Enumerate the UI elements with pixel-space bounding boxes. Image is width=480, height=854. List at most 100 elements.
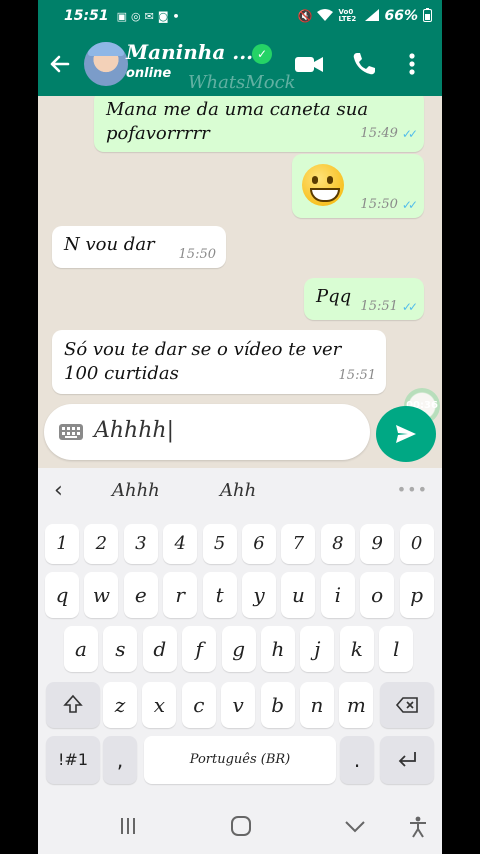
- key-c[interactable]: c: [181, 682, 216, 728]
- home-icon[interactable]: [230, 816, 252, 840]
- contact-status: online: [126, 66, 172, 81]
- instagram-icon: ◙: [157, 9, 169, 23]
- key-3[interactable]: 3: [123, 524, 158, 564]
- message-text: Pqq: [316, 286, 352, 307]
- symbols-key[interactable]: !#1: [46, 736, 100, 784]
- status-time: 15:51: [64, 8, 109, 24]
- system-nav-bar: [38, 800, 442, 854]
- key-p[interactable]: p: [399, 572, 434, 618]
- message-time: 15:50: [360, 197, 398, 212]
- message-time: 15:50: [178, 247, 216, 262]
- key-l[interactable]: l: [379, 626, 414, 672]
- key-4[interactable]: 4: [163, 524, 198, 564]
- more-suggestions-icon[interactable]: •••: [397, 480, 428, 499]
- key-h[interactable]: h: [261, 626, 295, 672]
- message-bubble-incoming[interactable]: N vou dar 15:50: [52, 226, 226, 268]
- space-key[interactable]: Português (BR): [144, 736, 336, 784]
- key-j[interactable]: j: [300, 626, 335, 672]
- send-button[interactable]: [376, 406, 436, 462]
- enter-icon: [398, 752, 416, 767]
- key-x[interactable]: x: [142, 682, 177, 728]
- recent-apps-icon[interactable]: [118, 816, 138, 840]
- send-icon: [396, 425, 416, 443]
- read-receipt-icon: ✓✓: [401, 197, 418, 212]
- read-receipt-icon: ✓✓: [401, 299, 418, 314]
- key-1[interactable]: 1: [45, 524, 79, 564]
- key-g[interactable]: g: [221, 626, 256, 672]
- message-input[interactable]: Ahhhh: [94, 418, 174, 443]
- key-m[interactable]: m: [339, 682, 374, 728]
- back-arrow-icon[interactable]: [46, 50, 74, 78]
- status-bar: 15:51 ▣ ◎ ✉ ◙ • 🔇 Vo0 LTE2 66%: [38, 0, 442, 32]
- phone-screen: 15:51 ▣ ◎ ✉ ◙ • 🔇 Vo0 LTE2 66% Maninha .…: [38, 0, 442, 854]
- watermark-text: WhatsMock: [188, 72, 296, 93]
- read-receipt-icon: ✓✓: [401, 127, 418, 141]
- collapse-chevron-icon[interactable]: ‹: [54, 478, 63, 503]
- message-text: Só vou te dar se o vídeo te ver 100 curt…: [64, 339, 342, 384]
- key-5[interactable]: 5: [202, 524, 237, 564]
- message-time: 15:51: [360, 299, 398, 314]
- key-i[interactable]: i: [320, 572, 355, 618]
- signal-icon: [365, 8, 380, 24]
- key-q[interactable]: q: [45, 572, 79, 618]
- mute-icon: 🔇: [297, 9, 313, 23]
- key-v[interactable]: v: [221, 682, 256, 728]
- phone-call-icon[interactable]: [350, 50, 380, 78]
- message-text: Mana me da uma caneta sua pofavorrrrr: [106, 99, 369, 144]
- contact-name[interactable]: Maninha ...: [126, 40, 253, 64]
- battery-icon: [423, 7, 432, 25]
- key-6[interactable]: 6: [242, 524, 276, 564]
- more-options-icon[interactable]: [402, 50, 432, 78]
- message-bubble-outgoing[interactable]: 15:50 ✓✓: [292, 154, 424, 218]
- message-composer[interactable]: Ahhhh: [44, 404, 370, 460]
- message-bubble-outgoing[interactable]: Mana me da uma caneta sua pofavorrrrr 15…: [94, 96, 424, 152]
- message-time: 15:51: [338, 368, 376, 383]
- shift-icon: [63, 694, 83, 713]
- message-bubble-outgoing[interactable]: Pqq 15:51 ✓✓: [304, 278, 424, 320]
- video-call-icon[interactable]: [294, 50, 324, 78]
- shift-key[interactable]: [46, 682, 100, 728]
- key-a[interactable]: a: [64, 626, 98, 672]
- key-0[interactable]: 0: [399, 524, 434, 564]
- key-f[interactable]: f: [182, 626, 217, 672]
- on-screen-keyboard: ‹ Ahhh Ahh ••• 1234567890 qwertyuiop asdfg…: [38, 468, 442, 800]
- key-t[interactable]: t: [202, 572, 237, 618]
- notification-icon: ▣: [116, 9, 127, 23]
- network-label: Vo0 LTE2: [338, 8, 357, 23]
- key-z[interactable]: z: [103, 682, 137, 728]
- enter-key[interactable]: [380, 736, 434, 784]
- comma-key[interactable]: ,: [103, 736, 137, 784]
- key-8[interactable]: 8: [320, 524, 355, 564]
- key-w[interactable]: w: [84, 572, 119, 618]
- message-bubble-incoming[interactable]: Só vou te dar se o vídeo te ver 100 curt…: [52, 330, 386, 394]
- suggestion-1[interactable]: Ahhh: [112, 480, 160, 501]
- key-2[interactable]: 2: [84, 524, 119, 564]
- back-nav-icon[interactable]: [344, 816, 366, 840]
- backspace-icon: [395, 697, 418, 713]
- key-o[interactable]: o: [360, 572, 395, 618]
- key-y[interactable]: y: [242, 572, 276, 618]
- mail-icon: ✉: [144, 9, 154, 23]
- keyboard-icon[interactable]: [58, 422, 84, 442]
- key-7[interactable]: 7: [281, 524, 316, 564]
- key-s[interactable]: s: [103, 626, 138, 672]
- suggestion-2[interactable]: Ahh: [220, 480, 256, 501]
- key-k[interactable]: k: [339, 626, 374, 672]
- backspace-key[interactable]: [380, 682, 434, 728]
- key-r[interactable]: r: [163, 572, 198, 618]
- key-b[interactable]: b: [260, 682, 295, 728]
- key-u[interactable]: u: [281, 572, 316, 618]
- message-time: 15:49: [360, 126, 398, 141]
- key-n[interactable]: n: [300, 682, 334, 728]
- key-9[interactable]: 9: [360, 524, 395, 564]
- grinning-face-emoji-icon: [302, 164, 344, 206]
- verified-badge-icon: ✓: [252, 44, 272, 64]
- message-text: N vou dar: [64, 234, 155, 255]
- accessibility-icon[interactable]: [408, 816, 428, 842]
- battery-level: 66%: [384, 8, 418, 24]
- key-e[interactable]: e: [123, 572, 158, 618]
- period-key[interactable]: .: [340, 736, 374, 784]
- contact-avatar[interactable]: [84, 42, 128, 86]
- key-d[interactable]: d: [142, 626, 177, 672]
- dot-icon: •: [172, 9, 180, 23]
